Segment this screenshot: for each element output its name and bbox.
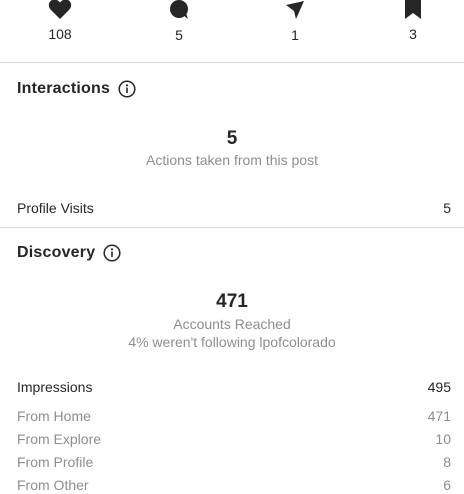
interactions-count: 5 (226, 128, 238, 149)
profile-visits-value: 5 (443, 200, 451, 216)
from-other-value: 6 (443, 477, 451, 493)
list-item: From Profile 8 (17, 453, 451, 471)
from-profile-value: 8 (443, 454, 451, 470)
accounts-reached-caption: Accounts Reached (173, 316, 291, 332)
saves-count: 3 (409, 26, 417, 42)
comment-icon (139, 0, 219, 27)
from-profile-label: From Profile (17, 454, 94, 470)
shares-count: 1 (291, 27, 299, 43)
info-icon[interactable] (103, 244, 121, 262)
impressions-row: Impressions 495 (17, 378, 451, 396)
saves-stat: 3 (373, 0, 453, 42)
bookmark-icon (373, 0, 453, 26)
post-stats-bar: 108 5 1 3 (0, 0, 464, 63)
likes-stat: 108 (20, 0, 100, 42)
list-item: From Other 6 (17, 476, 451, 494)
discovery-title: Discovery (17, 244, 96, 261)
interactions-heading: Interactions (17, 80, 136, 98)
from-home-label: From Home (17, 408, 91, 424)
from-home-value: 471 (427, 408, 451, 424)
profile-visits-row: Profile Visits 5 (17, 199, 451, 217)
shares-stat: 1 (255, 0, 335, 43)
list-item: From Explore 10 (17, 430, 451, 448)
section-divider (0, 227, 464, 228)
profile-visits-label: Profile Visits (17, 200, 94, 216)
from-other-label: From Other (17, 477, 89, 493)
interactions-title: Interactions (17, 80, 111, 97)
share-icon (255, 0, 335, 27)
impressions-label: Impressions (17, 379, 93, 395)
from-explore-value: 10 (435, 431, 451, 447)
info-icon[interactable] (118, 80, 136, 98)
likes-count: 108 (48, 26, 72, 42)
accounts-reached-count: 471 (216, 291, 248, 312)
interactions-caption: Actions taken from this post (146, 152, 318, 168)
list-item: From Home 471 (17, 407, 451, 425)
impressions-value: 495 (427, 379, 451, 395)
comments-count: 5 (175, 27, 183, 43)
discovery-heading: Discovery (17, 244, 121, 262)
from-explore-label: From Explore (17, 431, 102, 447)
comments-stat: 5 (139, 0, 219, 43)
followers-percent-caption: 4% weren't following lpofcolorado (128, 334, 336, 350)
heart-icon (20, 0, 100, 26)
